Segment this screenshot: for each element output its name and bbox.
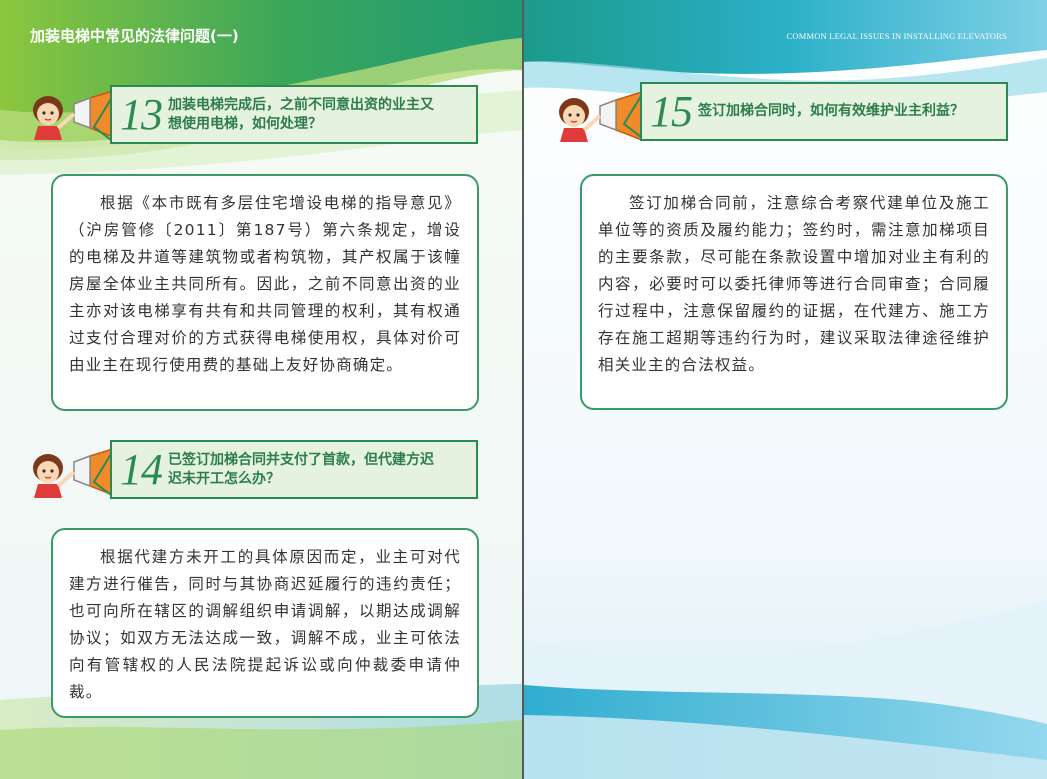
question-13-text: 加装电梯完成后，之前不同意出资的业主又 想使用电梯，如何处理？ bbox=[168, 96, 434, 134]
answer-14-text: 根据代建方未开工的具体原因而定，业主可对代建方进行催告，同时与其协商迟延履行的违… bbox=[69, 548, 461, 701]
question-13-line1: 加装电梯完成后，之前不同意出资的业主又 bbox=[168, 96, 434, 113]
header-title: 加装电梯中常见的法律问题(一) bbox=[30, 27, 239, 45]
question-14-number: 14 bbox=[120, 444, 163, 494]
question-13-number: 13 bbox=[120, 89, 163, 139]
answer-13-box: 根据《本市既有多层住宅增设电梯的指导意见》（沪房管修〔2011〕第187号）第六… bbox=[51, 174, 479, 411]
question-13-pointer bbox=[92, 98, 112, 141]
question-15-text: 签订加梯合同时，如何有效维护业主利益？ bbox=[698, 102, 964, 121]
question-15-box: 15 签订加梯合同时，如何有效维护业主利益？ bbox=[640, 82, 1008, 141]
question-14-line2: 迟未开工怎么办？ bbox=[168, 470, 280, 487]
question-14-line1: 已签订加梯合同并支付了首款，但代建方迟 bbox=[168, 451, 434, 468]
question-13-line2: 想使用电梯，如何处理？ bbox=[168, 115, 322, 132]
question-15-pointer bbox=[622, 95, 642, 138]
question-14-pointer bbox=[92, 453, 112, 496]
answer-15-text: 签订加梯合同前，注意综合考察代建单位及施工单位等的资质及履约能力；签约时，需注意… bbox=[598, 194, 990, 374]
question-15-number: 15 bbox=[650, 86, 693, 136]
question-15-line1: 签订加梯合同时，如何有效维护业主利益？ bbox=[698, 103, 964, 119]
right-page: COMMON LEGAL ISSUES IN INSTALLING ELEVAT… bbox=[524, 0, 1047, 779]
answer-13-text: 根据《本市既有多层住宅增设电梯的指导意见》（沪房管修〔2011〕第187号）第六… bbox=[69, 194, 461, 374]
question-13-box: 13 加装电梯完成后，之前不同意出资的业主又 想使用电梯，如何处理？ bbox=[110, 85, 478, 144]
question-14-box: 14 已签订加梯合同并支付了首款，但代建方迟 迟未开工怎么办？ bbox=[110, 440, 478, 499]
header-subtitle: COMMON LEGAL ISSUES IN INSTALLING ELEVAT… bbox=[786, 31, 1007, 41]
answer-15-box: 签订加梯合同前，注意综合考察代建单位及施工单位等的资质及履约能力；签约时，需注意… bbox=[580, 174, 1008, 410]
left-page: 加装电梯中常见的法律问题(一) 13 加装电梯完成后，之前不同意出资的业主又 想… bbox=[0, 0, 522, 779]
question-14-text: 已签订加梯合同并支付了首款，但代建方迟 迟未开工怎么办？ bbox=[168, 451, 434, 489]
answer-14-box: 根据代建方未开工的具体原因而定，业主可对代建方进行催告，同时与其协商迟延履行的违… bbox=[51, 528, 479, 718]
